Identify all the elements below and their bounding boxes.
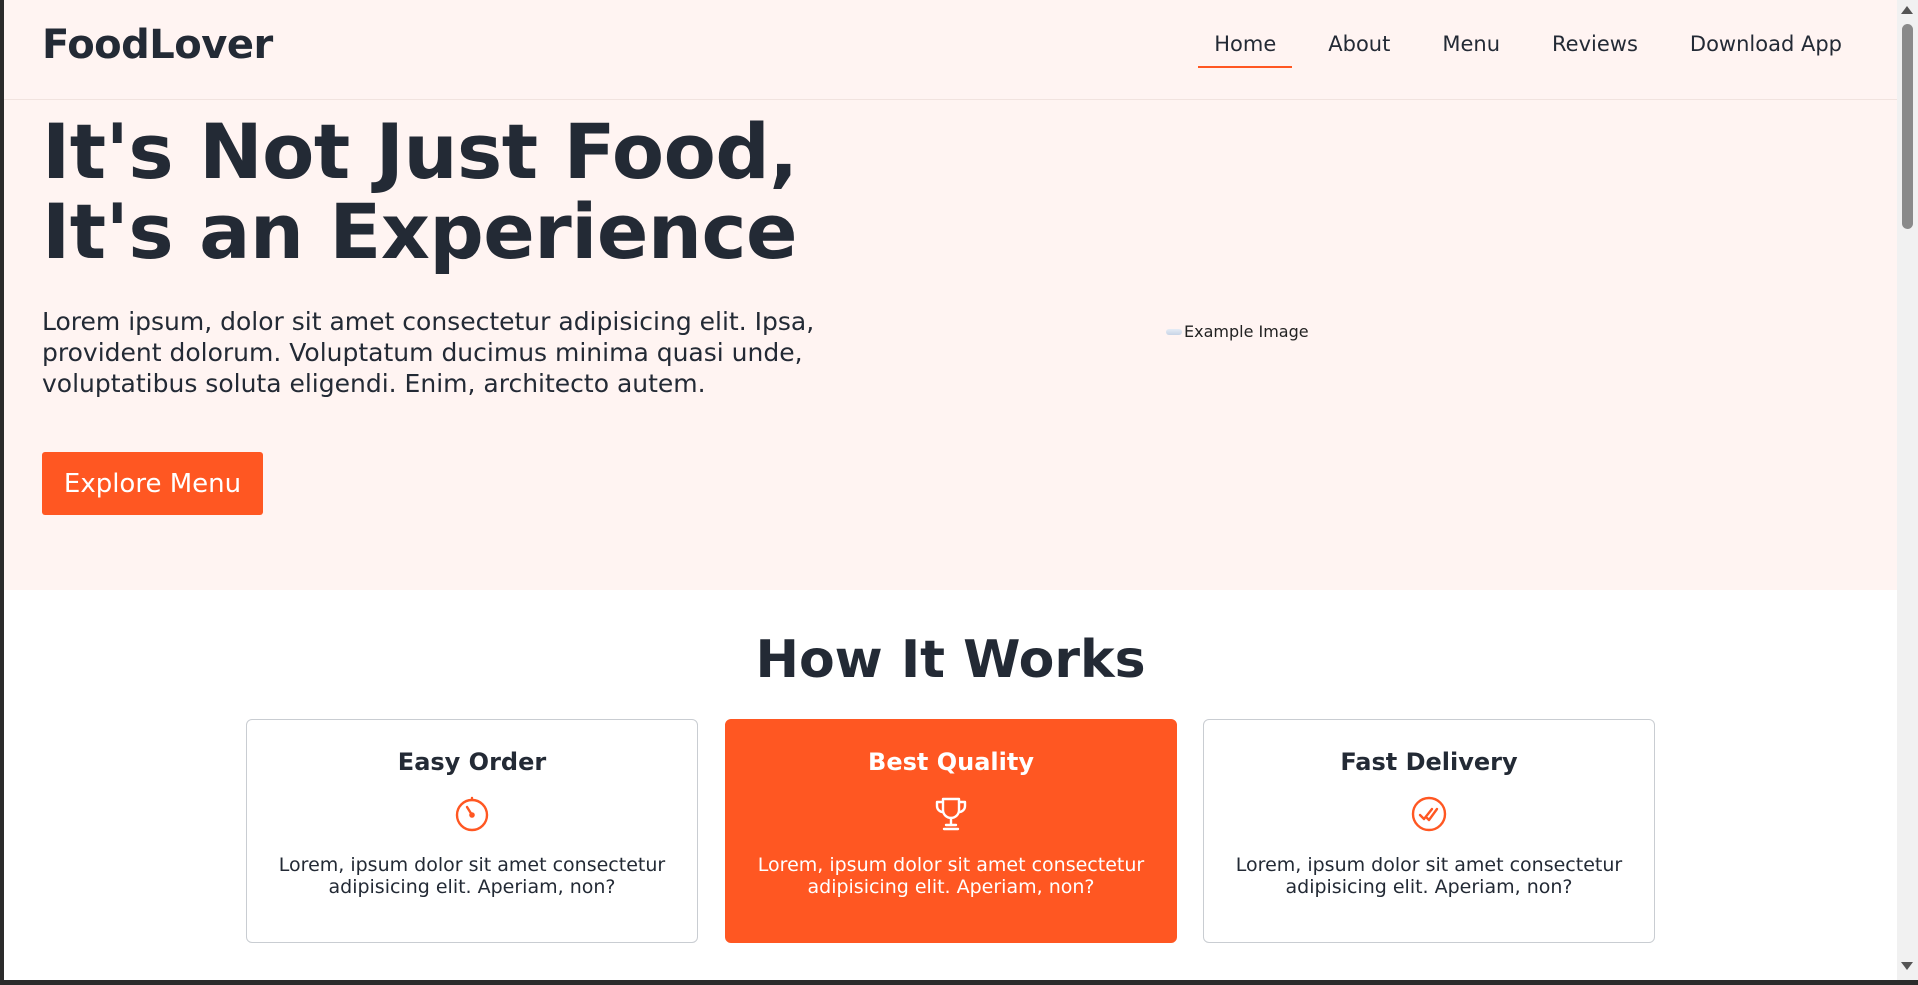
site-logo[interactable]: FoodLover	[42, 22, 273, 68]
nav-about[interactable]: About	[1312, 32, 1406, 68]
main-nav: Home About Menu Reviews Download App	[1178, 32, 1858, 68]
card-text: Lorem, ipsum dolor sit amet consectetur …	[757, 854, 1145, 898]
card-text: Lorem, ipsum dolor sit amet consectetur …	[278, 854, 666, 898]
explore-menu-button[interactable]: Explore Menu	[42, 452, 263, 515]
scroll-down-arrow-icon[interactable]	[1901, 962, 1913, 970]
nav-home[interactable]: Home	[1198, 32, 1293, 68]
vertical-scrollbar[interactable]	[1897, 0, 1918, 980]
hero-image-alt: Example Image	[1184, 322, 1309, 341]
scroll-thumb[interactable]	[1902, 24, 1913, 229]
nav-reviews[interactable]: Reviews	[1536, 32, 1654, 68]
card-best-quality: Best Quality Lorem, ipsum dolor sit amet…	[725, 719, 1177, 943]
trophy-icon	[931, 794, 971, 834]
nav-download-app[interactable]: Download App	[1674, 32, 1858, 68]
card-text: Lorem, ipsum dolor sit amet consectetur …	[1235, 854, 1623, 898]
card-easy-order: Easy Order Lorem, ipsum dolor sit amet c…	[246, 719, 698, 943]
hero-title: It's Not Just Food, It's an Experience	[42, 107, 798, 276]
broken-image-icon	[1166, 328, 1182, 335]
timer-icon	[452, 794, 492, 834]
hero-description: Lorem ipsum, dolor sit amet consectetur …	[42, 307, 815, 398]
card-fast-delivery: Fast Delivery Lorem, ipsum dolor sit ame…	[1203, 719, 1655, 943]
card-title: Easy Order	[397, 748, 547, 776]
scroll-up-arrow-icon[interactable]	[1901, 6, 1913, 14]
hero-section: It's Not Just Food, It's an Experience L…	[4, 100, 1897, 590]
hero-image: Example Image	[1166, 322, 1309, 341]
how-it-works-title: How It Works	[755, 630, 1146, 690]
page: FoodLover Home About Menu Reviews Downlo…	[4, 0, 1897, 980]
card-title: Fast Delivery	[1340, 748, 1518, 776]
site-header: FoodLover Home About Menu Reviews Downlo…	[4, 0, 1897, 100]
card-title: Best Quality	[868, 748, 1034, 776]
nav-menu[interactable]: Menu	[1426, 32, 1516, 68]
check-circle-icon	[1409, 794, 1449, 834]
